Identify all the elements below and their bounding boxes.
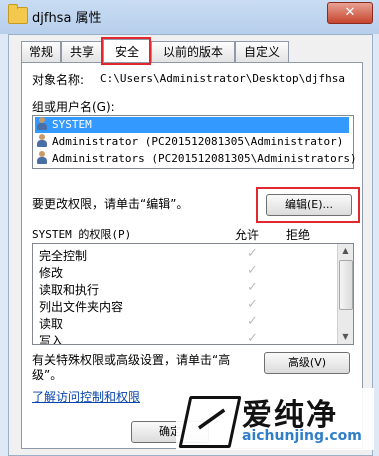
tab-sharing[interactable]: 共享 <box>61 41 103 62</box>
change-permissions-text: 要更改权限，请单击“编辑”。 <box>32 197 189 211</box>
user-icon <box>35 134 49 148</box>
scroll-down-icon[interactable]: ▼ <box>338 330 353 344</box>
watermark-logo-icon <box>178 396 242 448</box>
watermark-url: aichunjing.com <box>242 428 362 444</box>
tab-general[interactable]: 常规 <box>21 41 61 62</box>
allow-check-icon: ✓ <box>247 263 258 278</box>
site-watermark: 爱纯净 aichunjing.com <box>176 388 374 450</box>
highlight-security-tab <box>101 37 151 65</box>
window-title: djfhsa 属性 <box>32 11 102 26</box>
group-item-administrator[interactable]: Administrator (PC201512081305\Administra… <box>35 134 343 150</box>
users-icon <box>35 117 49 131</box>
allow-check-icon: ✓ <box>247 280 258 295</box>
advanced-button[interactable]: 高级(V) <box>264 352 350 374</box>
allow-check-icon: ✓ <box>247 314 258 329</box>
tab-previous-versions[interactable]: 以前的版本 <box>151 41 235 62</box>
advanced-text-continued: 级”。 <box>32 368 63 382</box>
title-bar: djfhsa 属性 ✕ <box>0 0 379 34</box>
access-control-help-link[interactable]: 了解访问控制和权限 <box>32 388 140 405</box>
allow-header: 允许 <box>235 228 260 242</box>
highlight-edit-button <box>256 187 360 223</box>
permissions-scrollbar[interactable]: ▲ ▼ <box>337 244 353 344</box>
group-item-system[interactable]: SYSTEM <box>35 117 349 133</box>
permission-row: 修改 <box>39 266 64 280</box>
folder-icon <box>8 4 28 24</box>
allow-check-icon: ✓ <box>247 331 258 345</box>
group-item-administrators[interactable]: Administrators (PC201512081305\Administr… <box>35 151 357 167</box>
permission-row: 写入 <box>39 334 64 345</box>
scroll-up-icon[interactable]: ▲ <box>338 244 353 258</box>
close-button[interactable]: ✕ <box>327 2 373 24</box>
object-name-value: C:\Users\Administrator\Desktop\djfhsa <box>100 72 346 85</box>
groups-label: 组或用户名(G): <box>32 100 115 114</box>
deny-header: 拒绝 <box>286 228 311 242</box>
permission-row: 列出文件夹内容 <box>39 300 124 314</box>
object-name-label: 对象名称: <box>32 73 85 87</box>
users-icon <box>35 151 49 165</box>
allow-check-icon: ✓ <box>247 246 258 261</box>
permission-row: 读取 <box>39 317 64 331</box>
permission-row: 读取和执行 <box>39 283 100 297</box>
permission-row: 完全控制 <box>39 249 88 263</box>
groups-list[interactable]: SYSTEM Administrator (PC201512081305\Adm… <box>32 115 357 169</box>
tab-customize[interactable]: 自定义 <box>235 41 289 62</box>
allow-check-icon: ✓ <box>247 297 258 312</box>
permissions-for-label: SYSTEM 的权限(P) <box>32 228 132 241</box>
scroll-thumb[interactable] <box>339 260 353 310</box>
permissions-list[interactable]: 完全控制 ✓ 修改 ✓ 读取和执行 ✓ 列出文件夹内容 ✓ 读取 ✓ 写入 ✓ <box>32 243 354 345</box>
